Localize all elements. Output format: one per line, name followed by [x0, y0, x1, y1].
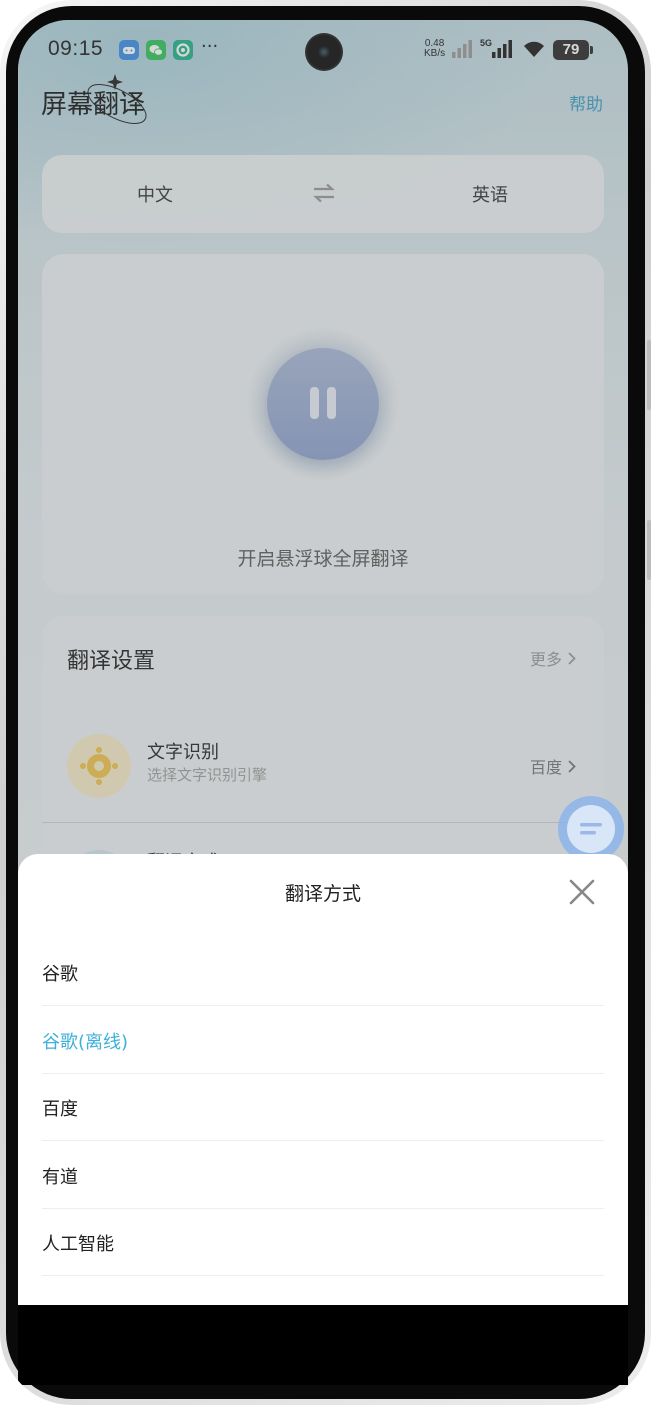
floating-chat-bubble[interactable]	[558, 796, 624, 862]
navigation-area	[18, 1305, 628, 1385]
option-baidu[interactable]: 百度	[42, 1073, 604, 1141]
translation-method-sheet: 翻译方式 谷歌 谷歌(离线) 百度 有道 人工智能	[18, 854, 628, 1305]
option-ai[interactable]: 人工智能	[42, 1208, 604, 1276]
chat-icon	[567, 805, 615, 853]
option-divider	[42, 1275, 604, 1276]
option-label-selected: 谷歌(离线)	[42, 1032, 129, 1053]
screen: 09:15 ··· 0.48 KB/s 5G 79 屏幕翻译 帮助 中文 英语 …	[18, 20, 628, 1305]
option-label: 百度	[42, 1099, 78, 1120]
close-icon[interactable]	[566, 876, 598, 908]
sheet-title: 翻译方式	[284, 883, 361, 905]
option-youdao[interactable]: 有道	[42, 1141, 604, 1209]
option-google-offline[interactable]: 谷歌(离线)	[42, 1006, 604, 1074]
option-label: 有道	[42, 1167, 78, 1188]
option-label: 人工智能	[42, 1234, 114, 1255]
volume-button	[647, 340, 651, 410]
phone-frame: 09:15 ··· 0.48 KB/s 5G 79 屏幕翻译 帮助 中文 英语 …	[0, 0, 651, 1405]
option-google[interactable]: 谷歌	[42, 938, 604, 1006]
power-button	[647, 520, 651, 580]
option-label: 谷歌	[42, 964, 78, 985]
